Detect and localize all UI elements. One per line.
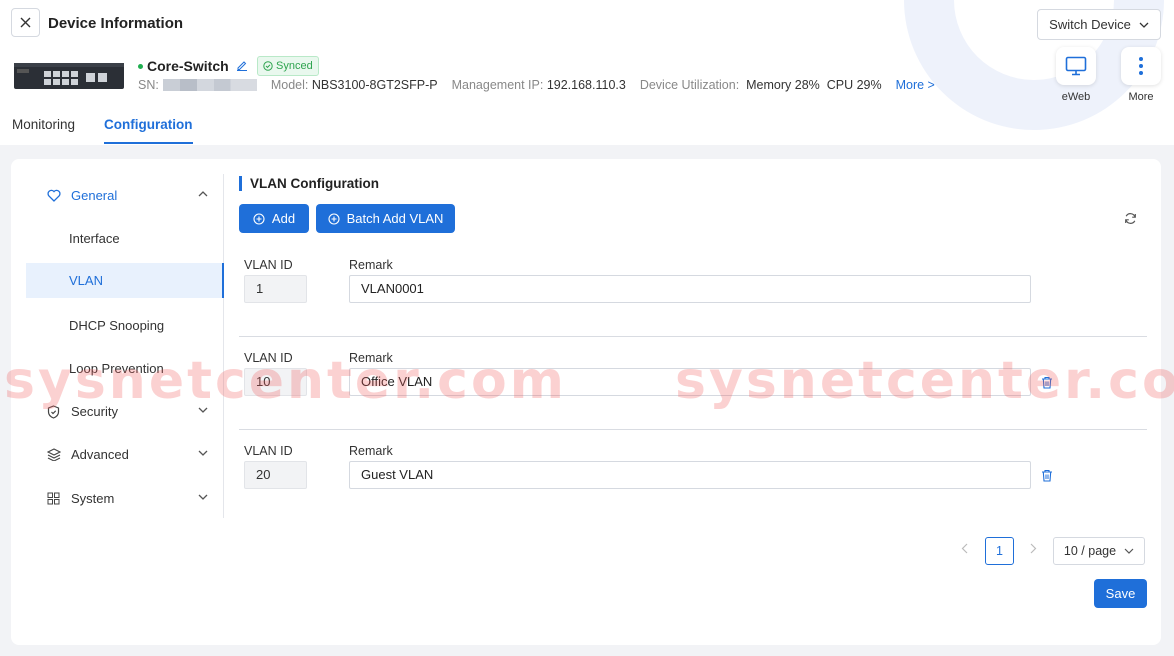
vlan-id-field: 20 — [244, 461, 307, 489]
sidebar-item-loop-prevention[interactable]: Loop Prevention — [26, 351, 224, 386]
sidebar-item-dhcp-snooping[interactable]: DHCP Snooping — [26, 308, 224, 343]
eweb-label: eWeb — [1061, 91, 1091, 103]
sidebar-item-label: Advanced — [71, 447, 129, 462]
section-title: VLAN Configuration — [239, 176, 379, 191]
vlan-id-field: 1 — [244, 275, 307, 303]
more-actions-button[interactable]: More — [1121, 47, 1161, 103]
more-details-link[interactable]: More > — [896, 78, 935, 92]
eweb-button[interactable]: eWeb — [1056, 47, 1096, 103]
row-divider — [239, 429, 1147, 430]
more-vertical-icon — [1139, 57, 1143, 75]
chevron-up-icon — [198, 191, 208, 197]
sidebar: General Interface VLAN DHCP Snooping Loo… — [26, 174, 224, 518]
vlan-id-label: VLAN ID — [244, 351, 293, 365]
page-title: Device Information — [48, 15, 184, 32]
remark-input[interactable]: VLAN0001 — [349, 275, 1031, 303]
vlan-id-label: VLAN ID — [244, 258, 293, 272]
remark-label: Remark — [349, 258, 393, 272]
tab-configuration[interactable]: Configuration — [104, 117, 193, 144]
sidebar-item-label: Security — [71, 404, 118, 419]
remark-input[interactable]: Guest VLAN — [349, 461, 1031, 489]
more-tile — [1121, 47, 1161, 85]
status-badge: Synced — [257, 56, 319, 76]
shield-icon — [47, 405, 60, 419]
vlan-row: VLAN ID Remark 20 Guest VLAN — [239, 444, 1147, 494]
tab-monitoring[interactable]: Monitoring — [12, 117, 75, 144]
chevron-down-icon — [198, 450, 208, 456]
sidebar-item-general[interactable]: General — [26, 178, 224, 213]
next-page-icon[interactable] — [1030, 543, 1037, 554]
sidebar-item-label: General — [71, 188, 118, 203]
check-circle-icon — [263, 61, 273, 71]
batch-add-vlan-label: Batch Add VLAN — [346, 211, 444, 226]
model-label: Model: — [270, 78, 309, 92]
trash-icon[interactable] — [1041, 469, 1053, 482]
vlan-row: VLAN ID Remark 1 VLAN0001 — [239, 258, 1147, 308]
chevron-down-icon — [1139, 22, 1149, 28]
add-vlan-label: Add — [271, 211, 296, 226]
mgmt-ip-label: Management IP: — [451, 78, 544, 92]
sidebar-item-vlan[interactable]: VLAN — [26, 263, 224, 298]
sidebar-item-security[interactable]: Security — [26, 394, 224, 429]
remark-input[interactable]: Office VLAN — [349, 368, 1031, 396]
sidebar-item-label: Loop Prevention — [69, 361, 164, 376]
vlan-id-label: VLAN ID — [244, 444, 293, 458]
remark-label: Remark — [349, 351, 393, 365]
chevron-down-icon — [198, 407, 208, 413]
eweb-tile — [1056, 47, 1096, 85]
sn-label: SN: — [138, 78, 159, 92]
layers-icon — [47, 448, 61, 461]
sidebar-item-label: System — [71, 491, 115, 506]
plus-circle-icon — [253, 212, 265, 225]
more-label: More — [1128, 91, 1154, 103]
plus-circle-icon — [328, 212, 340, 225]
sidebar-item-label: VLAN — [69, 273, 103, 288]
monitor-icon — [1065, 56, 1087, 76]
device-name: Core-Switch — [147, 58, 229, 74]
sidebar-item-interface[interactable]: Interface — [26, 221, 224, 256]
save-button[interactable]: Save — [1094, 579, 1147, 608]
trash-icon[interactable] — [1041, 376, 1053, 389]
status-badge-label: Synced — [276, 60, 313, 72]
chevron-down-icon — [1124, 548, 1134, 554]
previous-page-icon[interactable] — [961, 543, 968, 554]
vlan-id-field: 10 — [244, 368, 307, 396]
utilization-label: Device Utilization: — [639, 78, 740, 92]
model-value: NBS3100-8GT2SFP-P — [311, 78, 438, 92]
remark-label: Remark — [349, 444, 393, 458]
page-size-select[interactable]: 10 / page — [1053, 537, 1145, 565]
memory-value: Memory 28% — [746, 78, 820, 92]
tab-bar: Monitoring Configuration — [12, 117, 193, 144]
close-button[interactable] — [11, 8, 40, 37]
online-status-dot — [138, 64, 143, 69]
refresh-icon[interactable] — [1124, 212, 1137, 225]
page-size-value: 10 / page — [1063, 544, 1117, 558]
sidebar-item-advanced[interactable]: Advanced — [26, 437, 224, 472]
device-info-row: SN: Model: NBS3100-8GT2SFP-P Management … — [138, 78, 935, 92]
mgmt-ip-value: 192.168.110.3 — [546, 78, 626, 92]
heart-icon — [47, 189, 61, 202]
sidebar-item-label: DHCP Snooping — [69, 318, 165, 333]
edit-icon[interactable] — [236, 59, 248, 71]
close-icon — [20, 17, 31, 28]
page-number-current[interactable]: 1 — [985, 537, 1014, 565]
grid-icon — [47, 492, 60, 505]
switch-device-dropdown[interactable]: Switch Device — [1037, 9, 1161, 40]
cpu-value: CPU 29% — [826, 78, 882, 92]
vlan-row: VLAN ID Remark 10 Office VLAN — [239, 351, 1147, 401]
sidebar-item-label: Interface — [69, 231, 120, 246]
add-vlan-button[interactable]: Add — [239, 204, 309, 233]
sn-masked-value — [162, 79, 257, 91]
switch-device-image — [14, 63, 124, 89]
batch-add-vlan-button[interactable]: Batch Add VLAN — [316, 204, 455, 233]
switch-device-label: Switch Device — [1049, 17, 1131, 32]
chevron-down-icon — [198, 494, 208, 500]
row-divider — [239, 336, 1147, 337]
sidebar-item-system[interactable]: System — [26, 481, 224, 516]
